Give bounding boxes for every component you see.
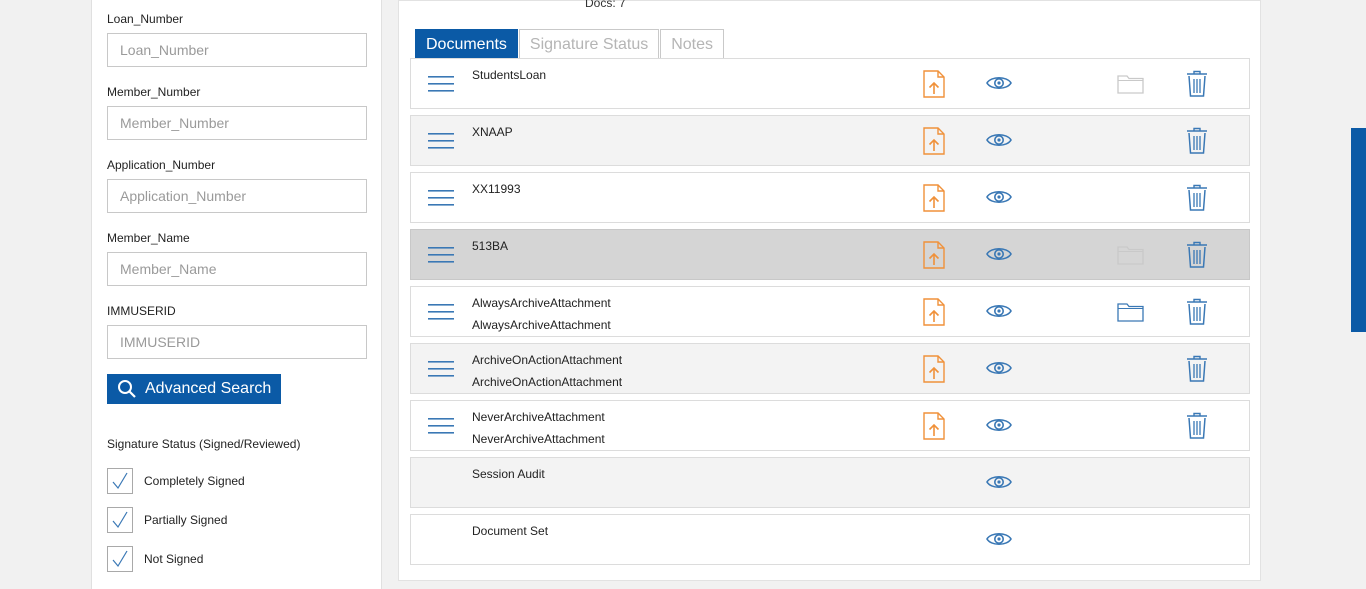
- trash-icon[interactable]: [1186, 70, 1208, 97]
- side-panel-toggle[interactable]: [1351, 128, 1366, 332]
- search-icon: [118, 380, 136, 398]
- upload-icon[interactable]: [923, 127, 945, 155]
- partially-signed-option: Partially Signed: [107, 507, 227, 533]
- docs-count: Docs: 7: [585, 0, 626, 10]
- document-row[interactable]: Document Set: [410, 514, 1250, 565]
- eye-icon[interactable]: [986, 302, 1012, 320]
- loan-number-label: Loan_Number: [107, 12, 184, 26]
- member-name-label: Member_Name: [107, 231, 190, 245]
- member-number-input[interactable]: [107, 106, 367, 140]
- not-signed-option: Not Signed: [107, 546, 203, 572]
- upload-icon[interactable]: [923, 298, 945, 326]
- advanced-search-button[interactable]: Advanced Search: [107, 374, 281, 404]
- eye-icon[interactable]: [986, 530, 1012, 548]
- document-name: ArchiveOnActionAttachment: [472, 353, 623, 367]
- checkmark-icon: [112, 511, 128, 529]
- trash-icon[interactable]: [1186, 127, 1208, 154]
- search-filter-panel: Advanced Search Signature Status (Signed…: [91, 0, 382, 589]
- document-name: AlwaysArchiveAttachment: [472, 296, 611, 310]
- immuserid-input[interactable]: [107, 325, 367, 359]
- trash-icon[interactable]: [1186, 241, 1208, 268]
- tab-notes[interactable]: Notes: [660, 29, 725, 59]
- upload-icon[interactable]: [923, 355, 945, 383]
- document-row[interactable]: StudentsLoan: [410, 58, 1250, 109]
- folder-icon[interactable]: [1117, 301, 1144, 322]
- document-subname: ArchiveOnActionAttachment: [472, 375, 623, 389]
- upload-icon[interactable]: [923, 412, 945, 440]
- tab-bar: Documents Signature Status Notes: [415, 29, 725, 59]
- folder-icon[interactable]: [1117, 73, 1144, 94]
- upload-icon[interactable]: [923, 184, 945, 212]
- menu-icon[interactable]: [428, 132, 454, 150]
- advanced-search-label: Advanced Search: [145, 380, 272, 397]
- completely-signed-label: Completely Signed: [144, 474, 245, 488]
- eye-icon[interactable]: [986, 245, 1012, 263]
- menu-icon[interactable]: [428, 246, 454, 264]
- document-name: Document Set: [472, 524, 549, 538]
- document-name: Session Audit: [472, 467, 545, 481]
- menu-icon[interactable]: [428, 417, 454, 435]
- partially-signed-label: Partially Signed: [144, 513, 228, 527]
- document-name: NeverArchiveAttachment: [472, 410, 605, 424]
- menu-icon[interactable]: [428, 360, 454, 378]
- checkmark-icon: [112, 550, 128, 568]
- application-number-label: Application_Number: [107, 158, 216, 172]
- menu-icon[interactable]: [428, 303, 454, 321]
- not-signed-checkbox[interactable]: [107, 546, 133, 572]
- document-name: StudentsLoan: [472, 68, 547, 82]
- document-name: 513BA: [472, 239, 509, 253]
- documents-panel: Docs: 7 Documents Signature Status Notes…: [398, 0, 1261, 581]
- eye-icon[interactable]: [986, 74, 1012, 92]
- eye-icon[interactable]: [986, 416, 1012, 434]
- checkmark-icon: [112, 472, 128, 490]
- document-row[interactable]: XX11993: [410, 172, 1250, 223]
- member-number-label: Member_Number: [107, 85, 201, 99]
- tab-signature-status[interactable]: Signature Status: [518, 29, 660, 59]
- eye-icon[interactable]: [986, 473, 1012, 491]
- trash-icon[interactable]: [1186, 298, 1208, 325]
- upload-icon[interactable]: [923, 70, 945, 98]
- document-subname: AlwaysArchiveAttachment: [472, 318, 611, 332]
- member-name-input[interactable]: [107, 252, 367, 286]
- trash-icon[interactable]: [1186, 412, 1208, 439]
- loan-number-input[interactable]: [107, 33, 367, 67]
- document-name: XX11993: [472, 182, 521, 196]
- document-row[interactable]: NeverArchiveAttachment NeverArchiveAttach…: [410, 400, 1250, 451]
- document-row[interactable]: XNAAP: [410, 115, 1250, 166]
- menu-icon[interactable]: [428, 75, 454, 93]
- document-row[interactable]: AlwaysArchiveAttachment AlwaysArchiveAtta…: [410, 286, 1250, 337]
- document-name: XNAAP: [472, 125, 513, 139]
- application-number-input[interactable]: [107, 179, 367, 213]
- immuserid-label: IMMUSERID: [107, 304, 176, 318]
- completely-signed-checkbox[interactable]: [107, 468, 133, 494]
- folder-icon[interactable]: [1117, 244, 1144, 265]
- document-subname: NeverArchiveAttachment: [472, 432, 605, 446]
- signature-status-title: Signature Status (Signed/Reviewed): [107, 437, 301, 451]
- trash-icon[interactable]: [1186, 184, 1208, 211]
- document-row[interactable]: Session Audit: [410, 457, 1250, 508]
- document-row[interactable]: ArchiveOnActionAttachment ArchiveOnAction…: [410, 343, 1250, 394]
- not-signed-label: Not Signed: [144, 552, 204, 566]
- partially-signed-checkbox[interactable]: [107, 507, 133, 533]
- trash-icon[interactable]: [1186, 355, 1208, 382]
- eye-icon[interactable]: [986, 359, 1012, 377]
- eye-icon[interactable]: [986, 131, 1012, 149]
- upload-icon[interactable]: [923, 241, 945, 269]
- menu-icon[interactable]: [428, 189, 454, 207]
- completely-signed-option: Completely Signed: [107, 468, 245, 494]
- tab-documents[interactable]: Documents: [415, 29, 518, 59]
- eye-icon[interactable]: [986, 188, 1012, 206]
- document-row[interactable]: 513BA: [410, 229, 1250, 280]
